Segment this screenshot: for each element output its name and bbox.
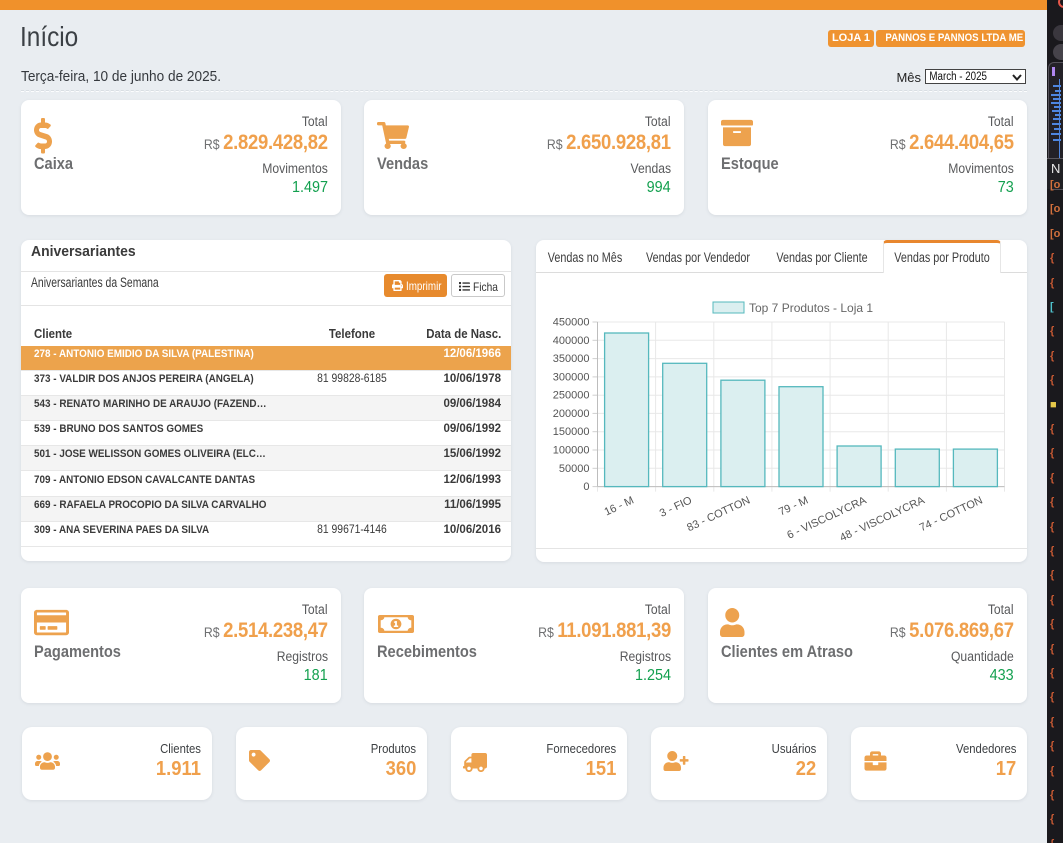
svg-text:0: 0 <box>583 481 589 493</box>
svg-text:450000: 450000 <box>553 317 590 329</box>
svg-text:83 - COTTON: 83 - COTTON <box>685 494 752 534</box>
svg-text:300000: 300000 <box>553 371 590 383</box>
svg-text:150000: 150000 <box>553 426 590 438</box>
svg-text:3 - FIO: 3 - FIO <box>658 494 694 520</box>
svg-text:250000: 250000 <box>553 390 590 402</box>
svg-text:350000: 350000 <box>553 353 590 365</box>
svg-text:400000: 400000 <box>553 335 590 347</box>
svg-text:50000: 50000 <box>559 463 590 475</box>
svg-text:100000: 100000 <box>553 445 590 457</box>
svg-text:200000: 200000 <box>553 408 590 420</box>
svg-text:79 - M: 79 - M <box>777 494 810 518</box>
svg-text:Top 7 Produtos - Loja 1: Top 7 Produtos - Loja 1 <box>749 301 873 315</box>
svg-text:16 - M: 16 - M <box>603 494 636 518</box>
svg-text:74 - COTTON: 74 - COTTON <box>918 494 985 534</box>
